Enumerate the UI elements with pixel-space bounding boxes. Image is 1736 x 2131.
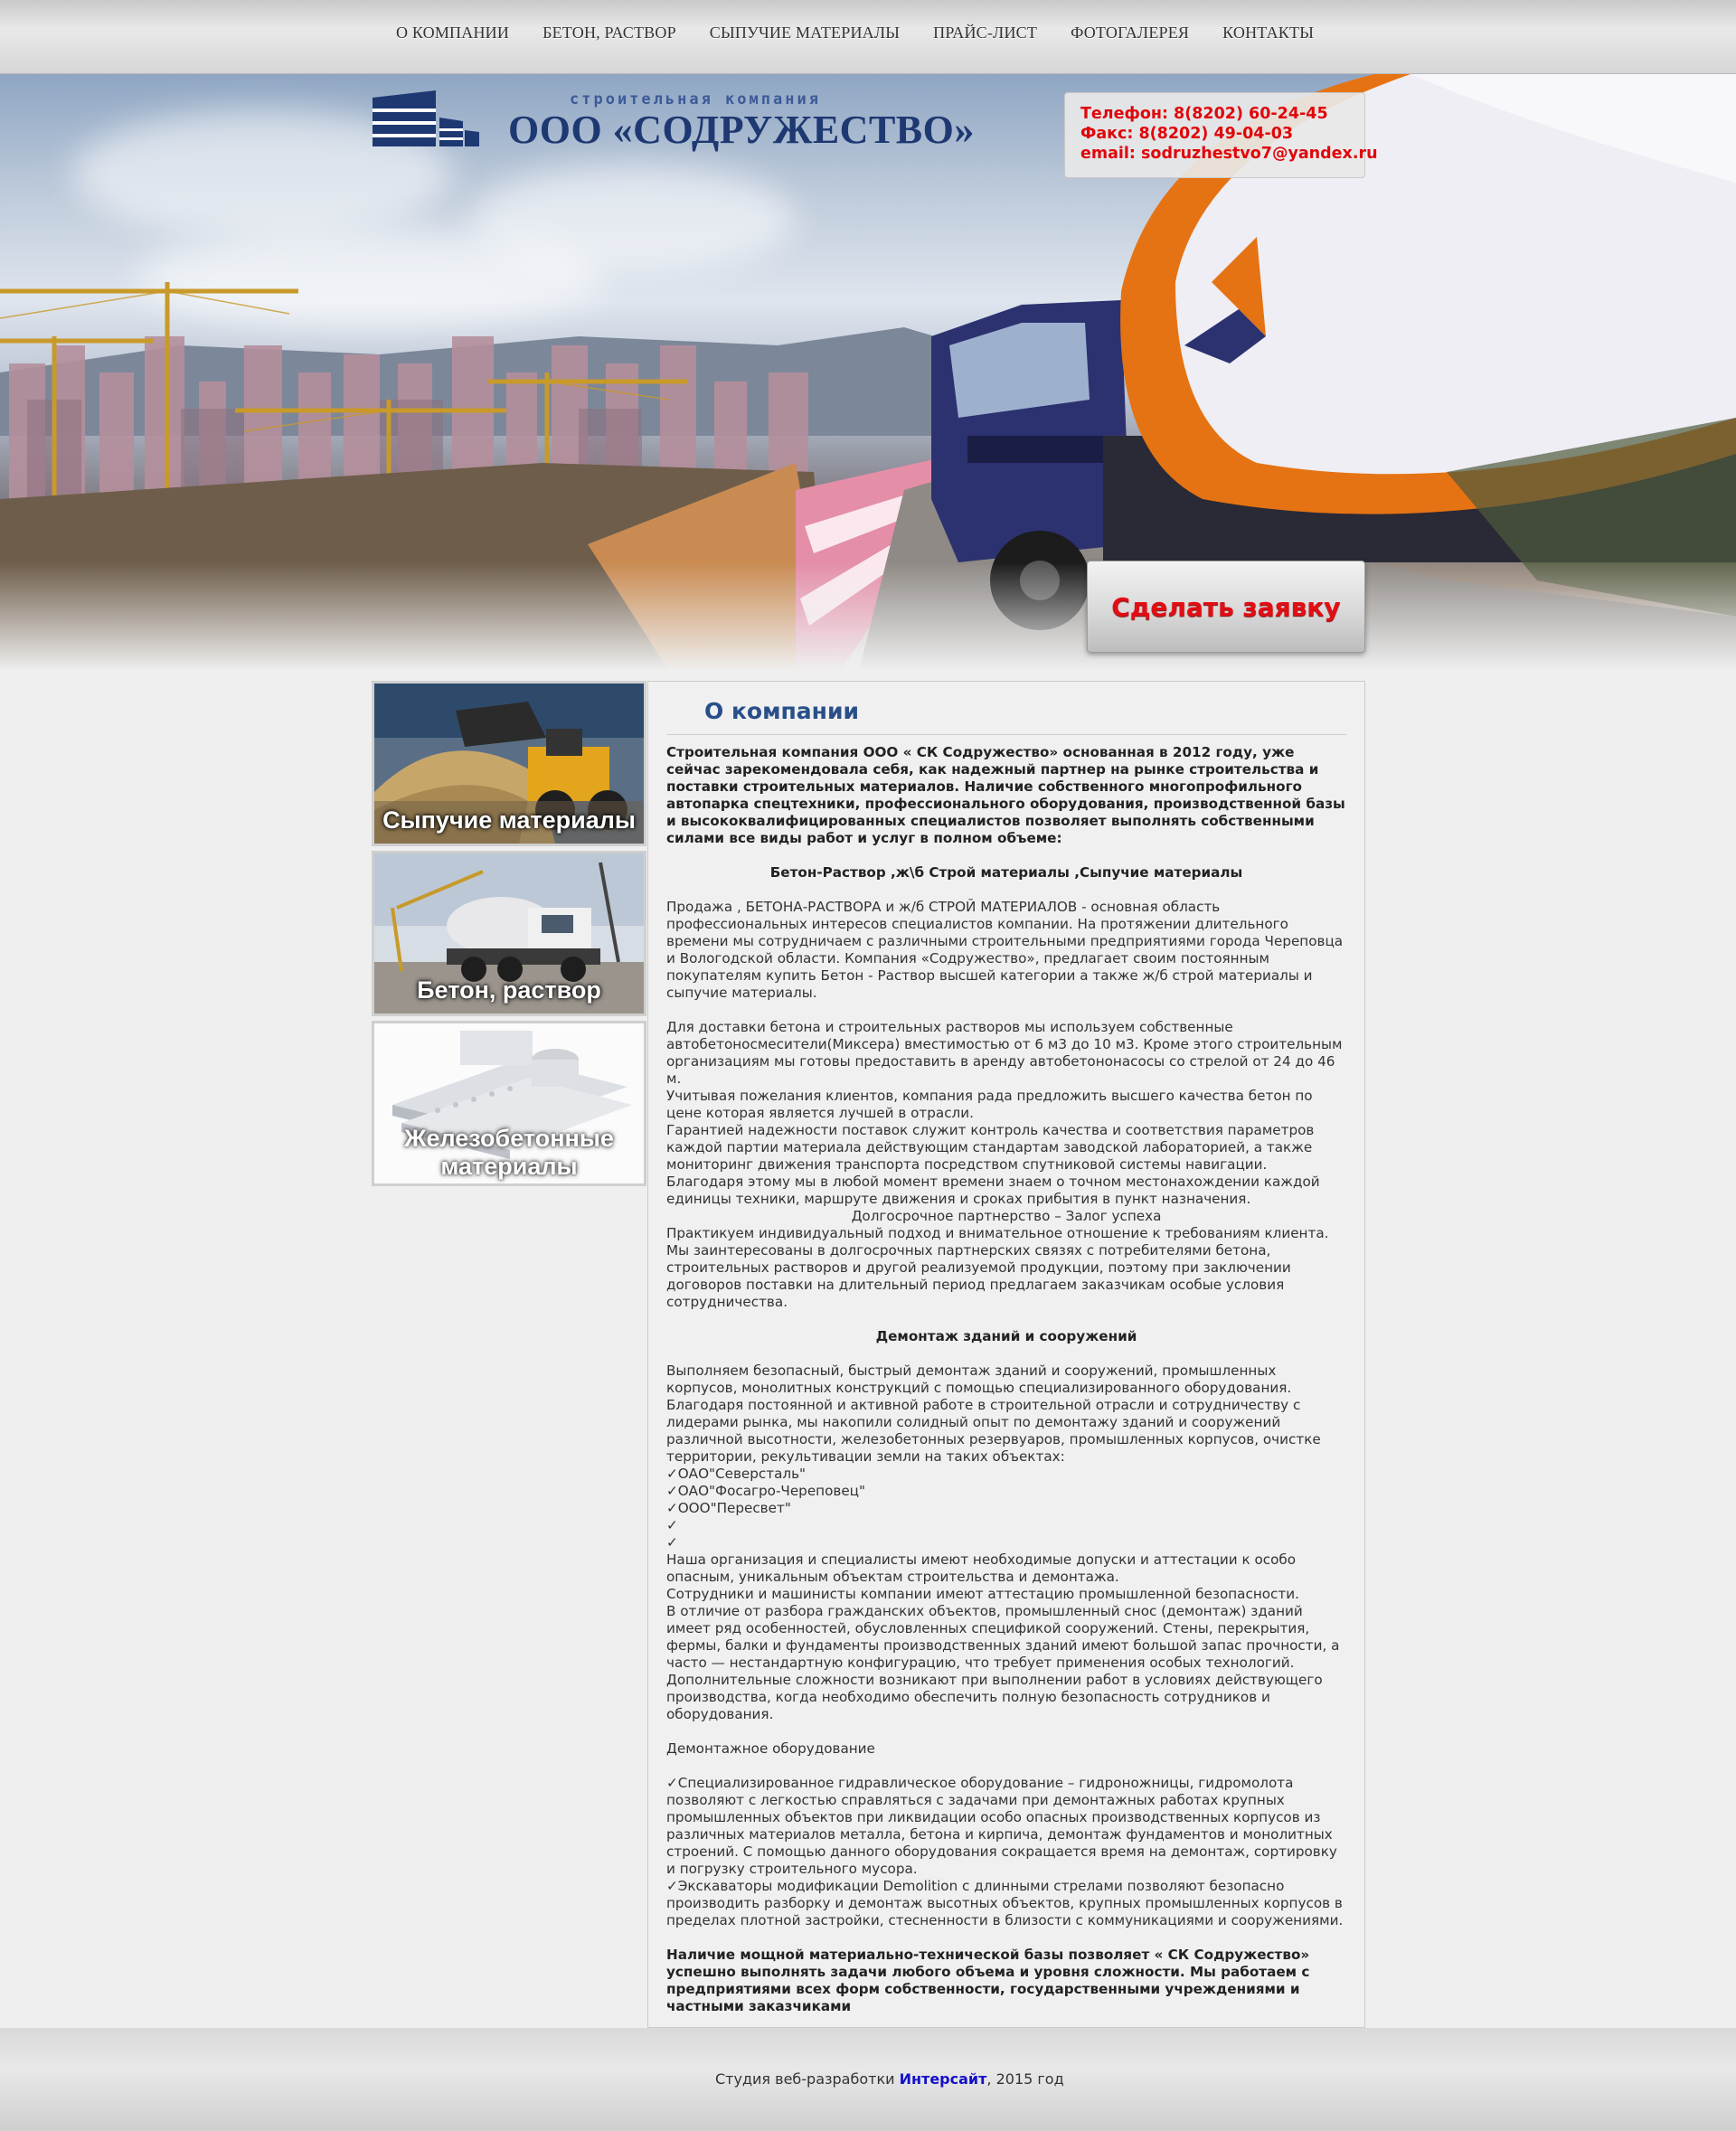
title-divider <box>666 734 1346 735</box>
logo-company-name: ООО «СОДРУЖЕСТВО» <box>508 108 975 152</box>
equipment-title: Демонтажное оборудование <box>666 1740 875 1757</box>
sales-paragraph: Продажа , БЕТОНА-РАСТВОРА и ж/б СТРОЙ МА… <box>666 899 1344 1001</box>
contact-fax: Факс: 8(8202) 49-04-03 <box>1080 125 1294 143</box>
hero-fade <box>0 562 1736 671</box>
buildings-logo-icon <box>373 90 479 146</box>
category-card-reinforced-concrete[interactable]: Железобетонные материалы <box>372 1021 646 1186</box>
category-caption-concrete: Бетон, раствор <box>417 976 601 1004</box>
nav-item-about[interactable]: О компании <box>396 24 509 42</box>
nav-item-contacts[interactable]: Контакты <box>1222 24 1314 42</box>
category-caption-reinforced: Железобетонные материалы <box>404 1125 614 1180</box>
hero-banner <box>0 74 1736 671</box>
footer-prefix: Студия веб-разработки <box>715 2070 900 2088</box>
footer: Студия веб-разработки Интерсайт, 2015 го… <box>0 2028 1736 2131</box>
logo-subtitle: строительная компания <box>570 90 821 108</box>
top-navigation: О компании Бетон, раствор Сыпучие матери… <box>0 0 1736 74</box>
closing-paragraph: Наличие мощной материально-технической б… <box>666 1947 1310 2014</box>
partnership-paragraph: Практикуем индивидуальный подход и внима… <box>666 1225 1329 1310</box>
nav-item-bulk-materials[interactable]: Сыпучие материалы <box>710 24 900 42</box>
footer-studio-link[interactable]: Интерсайт <box>900 2070 987 2088</box>
footer-suffix: , 2015 год <box>986 2070 1064 2088</box>
delivery-paragraph: Для доставки бетона и строительных раств… <box>666 1019 1343 1207</box>
footer-credit: Студия веб-разработки Интерсайт, 2015 го… <box>715 2070 1064 2088</box>
main-content: О компании Строительная компания ООО « С… <box>647 681 1365 2028</box>
demolition-paragraph: Выполняем безопасный, быстрый демонтаж з… <box>666 1363 1340 1722</box>
contact-email[interactable]: email: sodruzhestvo7@yandex.ru <box>1080 144 1378 164</box>
section-heading-demolition: Демонтаж зданий и сооружений <box>875 1328 1137 1344</box>
nav-item-gallery[interactable]: Фотогалерея <box>1071 24 1189 42</box>
contact-box: Телефон: 8(8202) 60-24-45 Факс: 8(8202) … <box>1064 92 1378 178</box>
category-sidebar: Сыпучие материалы Бетон, раствор Железоб… <box>372 681 646 1191</box>
category-card-bulk-materials[interactable]: Сыпучие материалы <box>372 681 646 846</box>
make-request-button[interactable]: Сделать заявку <box>1087 561 1365 653</box>
category-card-concrete[interactable]: Бетон, раствор <box>372 851 646 1016</box>
nav-item-price-list[interactable]: Прайс-лист <box>933 24 1037 42</box>
nav-menu: О компании Бетон, раствор Сыпучие матери… <box>396 24 1347 42</box>
section-heading-products: Бетон-Раствор ,ж\б Строй материалы ,Сыпу… <box>769 864 1243 881</box>
company-logo[interactable]: строительная компания ООО «СОДРУЖЕСТВО» <box>373 90 974 154</box>
nav-item-concrete[interactable]: Бетон, раствор <box>542 24 676 42</box>
make-request-label: Сделать заявку <box>1111 591 1341 622</box>
page: О компании Бетон, раствор Сыпучие матери… <box>0 0 1736 2131</box>
page-title: О компании <box>704 698 859 724</box>
category-caption-bulk: Сыпучие материалы <box>382 806 636 834</box>
partnership-line: Долгосрочное партнерство – Залог успеха <box>851 1208 1162 1224</box>
contact-phone: Телефон: 8(8202) 60-24-45 <box>1080 105 1328 123</box>
equipment-paragraph: ✓Специализированное гидравлическое обору… <box>666 1775 1344 1928</box>
intro-paragraph: Строительная компания ООО « СК Содружест… <box>666 744 1345 846</box>
